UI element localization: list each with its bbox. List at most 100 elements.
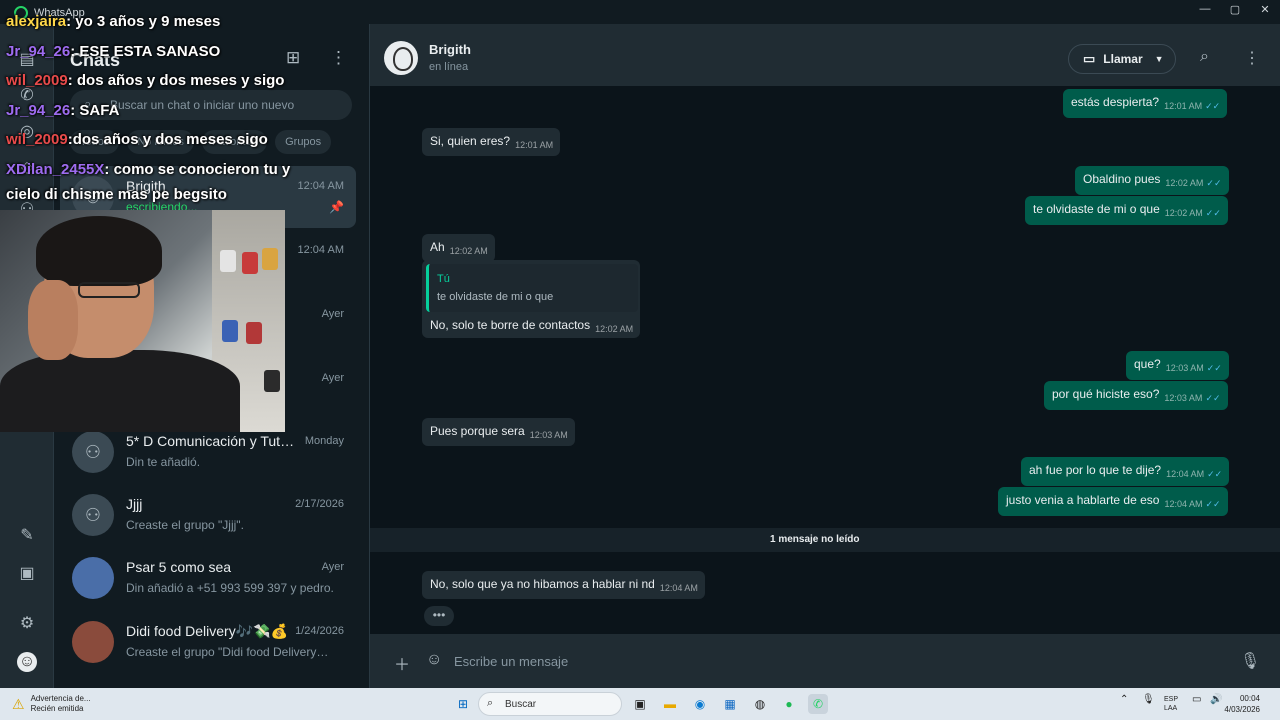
overlay-user: Jr_94_26 bbox=[6, 102, 71, 119]
chat-row-jjjj[interactable]: ⚇ Jjjj 2/17/2026 Creaste el grupo "Jjjj"… bbox=[60, 484, 356, 546]
chat-time: Ayer bbox=[321, 561, 344, 573]
language-indicator[interactable]: ESP LAA bbox=[1164, 695, 1178, 713]
chat-name: Psar 5 como sea bbox=[126, 559, 232, 575]
lang-bottom: LAA bbox=[1164, 705, 1178, 712]
message-time: 12:04 AM bbox=[1164, 499, 1203, 509]
network-icon[interactable]: ▭ bbox=[1192, 694, 1201, 705]
message-input[interactable] bbox=[454, 648, 1214, 674]
unread-divider: 1 mensaje no leído bbox=[370, 528, 1280, 552]
windows-start-icon[interactable]: ⊞ bbox=[453, 694, 473, 714]
chat-row-psar[interactable]: Psar 5 como sea Ayer Din añadió a +51 99… bbox=[60, 547, 356, 609]
message-time: 12:04 AM bbox=[659, 583, 698, 593]
whatsapp-icon[interactable]: ✆ bbox=[808, 694, 828, 714]
chat-name: Didi food Delivery🎶💸💰 bbox=[126, 623, 289, 639]
message-time: 12:02 AM bbox=[1165, 178, 1204, 188]
message-composer: ＋ ☺ 🎙 bbox=[370, 634, 1280, 688]
chat-row-didi[interactable]: Didi food Delivery🎶💸💰 1/24/2026 Creaste … bbox=[60, 611, 356, 673]
quoted-message[interactable]: Tú te olvidaste de mi o que bbox=[426, 264, 638, 312]
contact-name[interactable]: Brigith bbox=[429, 42, 471, 57]
message-in[interactable]: No, solo que ya no hibamos a hablar ni n… bbox=[422, 571, 705, 599]
spotify-icon[interactable]: ● bbox=[779, 694, 799, 714]
maximize-button[interactable]: ▢ bbox=[1220, 3, 1250, 16]
warning-text: Advertencia de... Recién emitida bbox=[31, 694, 91, 714]
figure bbox=[222, 320, 238, 342]
chat-search-placeholder: Buscar un chat o iniciar uno nuevo bbox=[110, 98, 295, 112]
message-time: 12:03 AM bbox=[1164, 393, 1203, 403]
message-in[interactable]: Ah 12:02 AM bbox=[422, 234, 495, 262]
starred-icon[interactable]: ✎ bbox=[17, 526, 37, 546]
overlay-line: Jr_94_26: SAFA bbox=[6, 102, 119, 119]
chat-time: 12:04 AM bbox=[297, 244, 344, 256]
chat-time: Monday bbox=[304, 435, 344, 447]
store-icon[interactable]: ▦ bbox=[720, 694, 740, 714]
chat-time: 12:04 AM bbox=[297, 180, 344, 192]
minimize-button[interactable]: — bbox=[1190, 3, 1220, 15]
figure bbox=[262, 248, 278, 270]
screen: WhatsApp — ▢ ✕ ▤ ✆ ◎ ◇ ⚇ ✎ ▣ ⚙ ☺ Chats ⊞… bbox=[0, 0, 1280, 720]
typing-indicator-icon: ••• bbox=[424, 606, 454, 626]
message-out[interactable]: justo venia a hablarte de eso 12:04 AM ✓✓ bbox=[998, 487, 1228, 516]
call-label: Llamar bbox=[1103, 52, 1143, 66]
microphone-icon[interactable]: 🎙 bbox=[1240, 651, 1260, 671]
overlay-text: : como se conocieron tu y bbox=[104, 161, 291, 178]
task-view-icon[interactable]: ▣ bbox=[630, 694, 650, 714]
edge-icon[interactable]: ◉ bbox=[690, 694, 710, 714]
message-text: No, solo te borre de contactos bbox=[430, 318, 591, 332]
menu-icon[interactable]: ⋮ bbox=[1244, 48, 1260, 68]
message-out[interactable]: que? 12:03 AM ✓✓ bbox=[1126, 351, 1229, 380]
taskbar-search[interactable]: ⌕ Buscar bbox=[478, 692, 622, 716]
search-icon[interactable]: ⌕ bbox=[1200, 48, 1209, 66]
message-out[interactable]: estás despierta? 12:01 AM ✓✓ bbox=[1063, 89, 1228, 118]
overlay-line: XDilan_2455X: como se conocieron tu y bbox=[6, 161, 290, 178]
message-time: 12:02 AM bbox=[595, 324, 634, 334]
microphone-icon[interactable]: 🎙 bbox=[1142, 694, 1155, 705]
obs-icon[interactable]: ◍ bbox=[750, 694, 770, 714]
message-text: No, solo que ya no hibamos a hablar ni n… bbox=[430, 577, 655, 591]
close-button[interactable]: ✕ bbox=[1250, 3, 1280, 16]
overlay-text: : ESE ESTA SANASO bbox=[70, 43, 221, 60]
message-out[interactable]: ah fue por lo que te dije? 12:04 AM ✓✓ bbox=[1021, 457, 1230, 486]
message-time: 12:04 AM bbox=[1166, 469, 1205, 479]
archived-icon[interactable]: ▣ bbox=[17, 564, 37, 584]
group-avatar-icon: ⚇ bbox=[72, 494, 114, 536]
message-time: 12:03 AM bbox=[1165, 363, 1204, 373]
unread-label: 1 mensaje no leído bbox=[770, 534, 860, 545]
group-avatar-icon: ⚇ bbox=[72, 431, 114, 473]
call-button[interactable]: ▭ Llamar ▼ bbox=[1068, 44, 1176, 74]
clock-time: 00:04 bbox=[1239, 694, 1260, 703]
filter-groups[interactable]: Grupos bbox=[275, 130, 332, 154]
conversation-header: Brigith en línea ▭ Llamar ▼ ⌕ ⋮ bbox=[370, 24, 1280, 86]
emoji-icon[interactable]: ☺ bbox=[426, 651, 442, 669]
attach-plus-icon[interactable]: ＋ bbox=[394, 651, 410, 675]
settings-icon[interactable]: ⚙ bbox=[17, 614, 37, 634]
file-explorer-icon[interactable]: ▬ bbox=[660, 694, 680, 714]
volume-icon[interactable]: 🔊 bbox=[1210, 694, 1222, 705]
overlay-text: cielo di chisme mas pe begsito bbox=[6, 186, 227, 203]
search-icon: ⌕ bbox=[487, 697, 494, 709]
glasses bbox=[78, 282, 140, 298]
message-time: 12:01 AM bbox=[1164, 101, 1203, 111]
message-out[interactable]: te olvidaste de mi o que 12:02 AM ✓✓ bbox=[1025, 196, 1228, 225]
video-camera-icon: ▭ bbox=[1083, 51, 1096, 66]
profile-avatar-icon[interactable]: ☺ bbox=[17, 652, 37, 672]
message-out[interactable]: Obaldino pues 12:02 AM ✓✓ bbox=[1075, 166, 1229, 195]
streamer-body bbox=[0, 350, 240, 432]
message-reply-text: No, solo te borre de contactos 12:02 AM bbox=[422, 312, 640, 340]
message-in[interactable]: Si, quien eres? 12:01 AM bbox=[422, 128, 561, 156]
chat-name: Jjjj bbox=[126, 496, 143, 512]
message-in[interactable]: Pues porque sera 12:03 AM bbox=[422, 418, 575, 446]
new-chat-icon[interactable]: ⊞ bbox=[286, 48, 300, 68]
overlay-user: wil_2009 bbox=[6, 131, 68, 148]
menu-icon[interactable]: ⋮ bbox=[330, 48, 347, 68]
message-out[interactable]: por qué hiciste eso? 12:03 AM ✓✓ bbox=[1044, 381, 1228, 410]
overlay-text: : yo 3 años y 9 meses bbox=[66, 13, 221, 30]
message-text: te olvidaste de mi o que bbox=[1033, 202, 1160, 216]
taskbar-clock[interactable]: 00:04 4/03/2026 bbox=[1224, 693, 1260, 715]
chat-time: 1/24/2026 bbox=[295, 625, 344, 637]
contact-avatar[interactable] bbox=[384, 41, 418, 75]
message-time: 12:02 AM bbox=[1164, 208, 1203, 218]
tray-chevron-icon[interactable]: ⌃ bbox=[1120, 694, 1128, 705]
weather-warning[interactable]: ⚠ Advertencia de... Recién emitida bbox=[12, 694, 91, 714]
warning-title: Advertencia de... bbox=[30, 694, 91, 703]
figure bbox=[246, 322, 262, 344]
